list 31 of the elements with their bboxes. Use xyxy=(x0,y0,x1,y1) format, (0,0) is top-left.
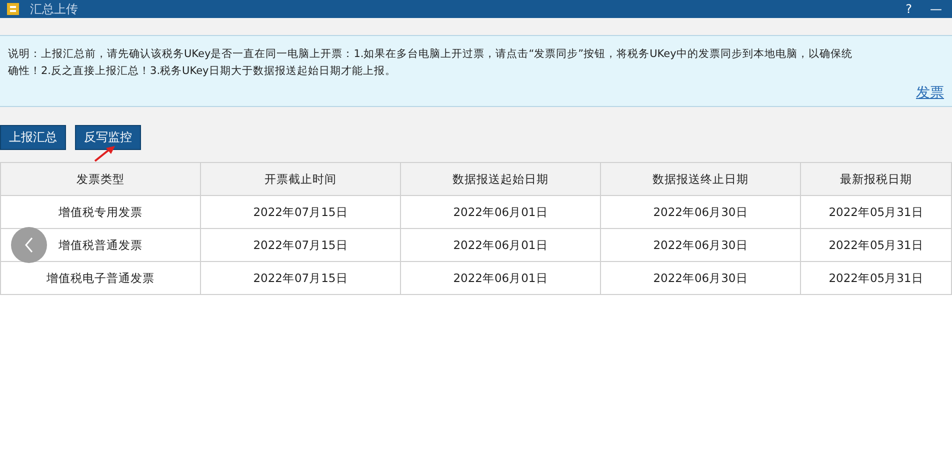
table-cell: 2022年05月31日 xyxy=(800,262,952,294)
column-header: 发票类型 xyxy=(0,162,200,196)
table-cell: 2022年06月01日 xyxy=(400,196,600,228)
help-button[interactable]: ? xyxy=(902,2,916,16)
chevron-left-icon xyxy=(24,237,34,253)
table-cell: 2022年06月01日 xyxy=(400,228,600,262)
column-header: 数据报送起始日期 xyxy=(400,162,600,196)
annotation-arrow xyxy=(94,146,116,162)
table-cell: 2022年06月01日 xyxy=(400,262,600,294)
notice-text: 说明：上报汇总前，请先确认该税务UKey是否一直在同一电脑上开票：1.如果在多台电脑上开过票，请点击“发票同步”按钮，将税务UKey中的发票同步到本地电脑，以确保统 xyxy=(8,47,854,62)
app-logo-icon xyxy=(6,2,20,16)
column-header: 最新报税日期 xyxy=(800,162,952,196)
table-cell: 2022年05月31日 xyxy=(800,196,952,228)
notice-text: 确性！2.反之直接上报汇总！3.税务UKey日期大于数据报送起始日期才能上报。 xyxy=(8,64,397,79)
table-cell: 2022年06月30日 xyxy=(600,228,800,262)
action-button[interactable]: 上报汇总 xyxy=(0,125,66,150)
table-cell: 2022年07月15日 xyxy=(200,228,400,262)
window-title: 汇总上传 xyxy=(30,0,78,18)
table-cell: 增值税专用发票 xyxy=(0,196,200,228)
table-cell: 2022年06月30日 xyxy=(600,262,800,294)
column-header: 开票截止时间 xyxy=(200,162,400,196)
table-cell: 增值税电子普通发票 xyxy=(0,262,200,294)
table-cell: 2022年07月15日 xyxy=(200,262,400,294)
invoice-sync-link[interactable]: 发票 xyxy=(916,84,944,102)
table-cell: 2022年07月15日 xyxy=(200,196,400,228)
action-button[interactable]: 反写监控 xyxy=(75,125,141,150)
back-button[interactable] xyxy=(11,227,47,263)
table-cell: 2022年05月31日 xyxy=(800,228,952,262)
minimize-button[interactable]: — xyxy=(926,2,946,16)
column-header: 数据报送终止日期 xyxy=(600,162,800,196)
table-cell: 2022年06月30日 xyxy=(600,196,800,228)
